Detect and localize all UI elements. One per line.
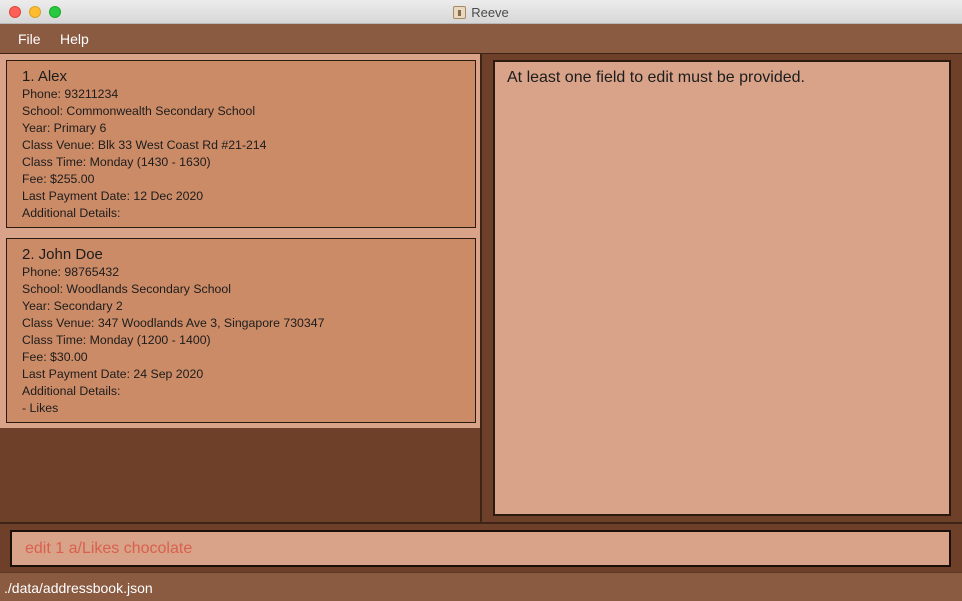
student-fee: Fee: $255.00	[22, 172, 95, 186]
command-box-area	[0, 522, 962, 572]
student-phone: Phone: 93211234	[22, 87, 119, 101]
student-card[interactable]: 1. Alex Phone: 93211234 School: Commonwe…	[6, 60, 476, 228]
result-display[interactable]: At least one field to edit must be provi…	[493, 60, 951, 516]
student-name: 1. Alex	[22, 68, 68, 85]
menu-bar: File Help	[0, 24, 962, 53]
student-card[interactable]: 2. John Doe Phone: 98765432 School: Wood…	[6, 238, 476, 423]
result-pane: At least one field to edit must be provi…	[484, 54, 962, 522]
student-additional-details: - Likes	[22, 401, 59, 415]
save-location-path: ./data/addressbook.json	[4, 580, 153, 596]
student-school: School: Woodlands Secondary School	[22, 282, 231, 296]
result-message: At least one field to edit must be provi…	[507, 69, 805, 86]
student-class-venue: Class Venue: Blk 33 West Coast Rd #21-21…	[22, 138, 267, 152]
student-name: 2. John Doe	[22, 246, 103, 263]
student-list-pane[interactable]: 1. Alex Phone: 93211234 School: Commonwe…	[0, 54, 482, 522]
student-fee: Fee: $30.00	[22, 350, 88, 364]
student-school: School: Commonwealth Secondary School	[22, 104, 256, 118]
student-additional-details-label: Additional Details:	[22, 384, 121, 398]
menu-help[interactable]: Help	[60, 31, 89, 47]
window-title-group: Reeve	[0, 0, 962, 24]
student-class-time: Class Time: Monday (1430 - 1630)	[22, 155, 211, 169]
student-year: Year: Primary 6	[22, 121, 107, 135]
app-icon	[453, 5, 467, 19]
main-area: 1. Alex Phone: 93211234 School: Commonwe…	[0, 53, 962, 522]
student-list: 1. Alex Phone: 93211234 School: Commonwe…	[0, 54, 480, 428]
window-titlebar: Reeve	[0, 0, 962, 24]
student-last-payment: Last Payment Date: 12 Dec 2020	[22, 189, 204, 203]
student-last-payment: Last Payment Date: 24 Sep 2020	[22, 367, 204, 381]
window-title: Reeve	[471, 4, 509, 20]
command-input[interactable]	[10, 530, 951, 567]
status-bar: ./data/addressbook.json	[0, 572, 962, 601]
student-class-venue: Class Venue: 347 Woodlands Ave 3, Singap…	[22, 316, 325, 330]
student-class-time: Class Time: Monday (1200 - 1400)	[22, 333, 211, 347]
student-phone: Phone: 98765432	[22, 265, 120, 279]
student-year: Year: Secondary 2	[22, 299, 123, 313]
student-additional-details-label: Additional Details:	[22, 206, 121, 220]
menu-file[interactable]: File	[18, 31, 41, 47]
